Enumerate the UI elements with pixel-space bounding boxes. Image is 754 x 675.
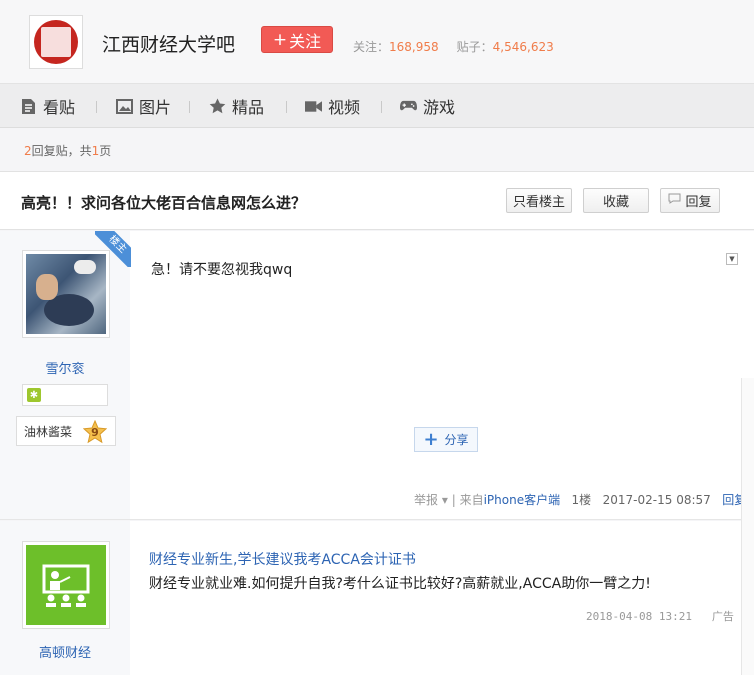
star-icon [209,98,226,115]
ad-description: 财经专业就业难.如何提升自我?考什么证书比较好?高薪就业,ACCA助你一臂之力! [149,576,651,592]
tab-featured-label: 精品 [232,98,265,117]
tab-games[interactable]: 游戏 [400,95,455,117]
post-content: 急！请不要忽视我qwq [151,262,293,278]
forum-name[interactable]: 江西财经大学吧 [102,30,235,57]
tab-featured[interactable]: 精品 [209,95,264,117]
level-number: 9 [91,425,99,439]
forum-nav: 看贴 图片 精品 视频 游戏 [0,84,754,128]
presentation-board-icon [26,545,106,625]
plus-icon: + [272,29,288,50]
follow-button[interactable]: + 关注 [261,26,333,53]
forum-logo[interactable] [29,15,83,69]
post-meta: 举报 ▾ | 来自iPhone客户端 1楼 2017-02-15 08:57 回… [414,491,746,508]
op-badge-label: 楼主 [95,231,131,267]
video-camera-icon [305,98,322,115]
badge-gem-icon[interactable]: ✱ [27,388,41,402]
ad-meta: 2018-04-08 13:21 广告 [586,608,734,624]
meta-divider: | [451,493,460,507]
chevron-down-icon: ▼ [729,255,735,263]
only-op-label: 只看楼主 [512,195,565,210]
nav-divider [189,101,190,113]
post-item: 雪尔衮 ✱ 油林酱菜 9 楼主 急！请不要忽视我qwq ▼ + 分享 举报 ▾ … [0,231,754,520]
tab-videos[interactable]: 视频 [305,95,360,117]
floor-number: 1楼 [571,493,592,507]
level-name: 油林酱菜 [24,424,73,439]
document-icon [20,98,37,115]
university-seal-icon [34,20,78,64]
user-icon-strip: ✱ [22,384,108,406]
reply-button[interactable]: 回复 [660,188,720,213]
level-star-icon: 9 [83,420,107,444]
thread-title-bar: 高亮！！求问各位大佬百合信息网怎么进？ 只看楼主 收藏 回复 [0,172,754,230]
tab-games-label: 游戏 [423,98,456,117]
post-menu-dropdown[interactable]: ▼ [726,253,738,265]
ad-time: 2018-04-08 13:21 [586,610,692,623]
report-label: 举报 [414,493,439,507]
share-button[interactable]: + 分享 [414,427,478,452]
tab-posts[interactable]: 看贴 [20,95,75,117]
ad-tag: 广告 [711,610,734,623]
caret-down-icon: ▾ [441,493,448,507]
only-op-button[interactable]: 只看楼主 [506,188,572,213]
reply-count-bar: 2回复贴，共1页 [0,129,754,172]
reply-label: 回复 [685,195,712,210]
report-link[interactable]: 举报 ▾ [414,493,448,507]
source-prefix: 来自 [459,493,484,507]
thread-title: 高亮！！求问各位大佬百合信息网怎么进？ [21,194,307,212]
ad-author-name[interactable]: 高顿财经 [0,642,130,661]
page-count-suffix: 页 [99,144,112,158]
ad-avatar[interactable] [22,541,110,629]
user-level[interactable]: 油林酱菜 9 [16,416,116,446]
followers-count: 168,958 [389,40,439,54]
ad-post: 高顿财经 财经专业新生,学长建议我考ACCA会计证书 财经专业就业难.如何提升自… [0,521,754,675]
plus-icon: + [423,428,439,450]
post-time: 2017-02-15 08:57 [602,493,711,507]
posts-count: 4,546,623 [492,40,554,54]
tab-images-label: 图片 [139,98,172,117]
author-panel: 雪尔衮 ✱ 油林酱菜 9 [0,231,130,519]
followers-label: 关注： [353,40,390,54]
ad-author-panel: 高顿财经 [0,521,130,675]
op-badge: 楼主 [95,231,131,267]
image-icon [116,98,133,115]
reply-count-suffix: 回复贴，共 [31,144,92,158]
reply-count: 2 [24,144,32,158]
follow-label: 关注 [289,31,322,51]
nav-divider [96,101,97,113]
tab-videos-label: 视频 [328,98,361,117]
collect-label: 收藏 [602,195,629,210]
ad-title[interactable]: 财经专业新生,学长建议我考ACCA会计证书 [149,549,416,569]
tab-images[interactable]: 图片 [116,95,171,117]
source-link[interactable]: iPhone客户端 [484,493,561,507]
forum-stats: 关注：168,958 贴子：4,546,623 [353,38,554,55]
nav-divider [381,101,382,113]
scrollbar-track[interactable] [741,378,754,675]
share-label: 分享 [444,433,469,447]
forum-header: 江西财经大学吧 + 关注 关注：168,958 贴子：4,546,623 [0,0,754,84]
gamepad-icon [400,98,417,115]
nav-divider [286,101,287,113]
chat-bubble-icon [668,193,681,208]
collect-button[interactable]: 收藏 [583,188,649,213]
tab-posts-label: 看贴 [43,98,76,117]
posts-label: 贴子： [456,40,493,54]
username[interactable]: 雪尔衮 [0,358,130,377]
